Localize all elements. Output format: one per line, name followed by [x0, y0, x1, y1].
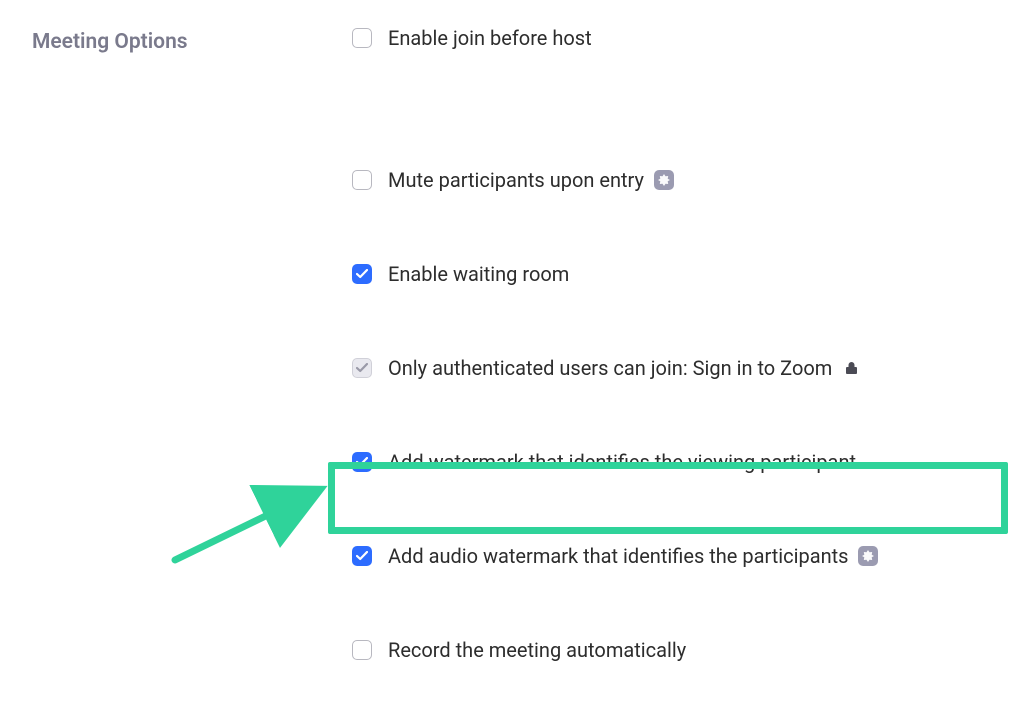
info-badge-icon[interactable] [858, 546, 878, 566]
option-label: Mute participants upon entry [388, 168, 644, 192]
option-label: Enable join before host [388, 26, 592, 50]
option-video-watermark[interactable]: Add watermark that identifies the viewin… [352, 450, 992, 474]
option-join-before-host[interactable]: Enable join before host [352, 26, 992, 50]
option-audio-watermark[interactable]: Add audio watermark that identifies the … [352, 544, 992, 568]
option-label: Add audio watermark that identifies the … [388, 544, 848, 568]
checkbox-checked-icon[interactable] [352, 452, 372, 472]
option-waiting-room[interactable]: Enable waiting room [352, 262, 992, 286]
checkbox-unchecked-icon[interactable] [352, 28, 372, 48]
info-badge-icon[interactable] [654, 170, 674, 190]
option-label: Enable waiting room [388, 262, 569, 286]
lock-icon [846, 361, 857, 375]
checkbox-unchecked-icon[interactable] [352, 640, 372, 660]
option-label: Only authenticated users can join: Sign … [388, 356, 832, 380]
checkbox-checked-icon[interactable] [352, 264, 372, 284]
checkbox-locked-icon [352, 358, 372, 378]
meeting-options-list: Enable join before host Mute participant… [352, 26, 992, 713]
option-authenticated-only: Only authenticated users can join: Sign … [352, 356, 992, 380]
checkbox-checked-icon[interactable] [352, 546, 372, 566]
option-auto-record[interactable]: Record the meeting automatically [352, 638, 992, 662]
option-label: Add watermark that identifies the viewin… [388, 450, 856, 474]
option-label: Record the meeting automatically [388, 638, 686, 662]
option-mute-on-entry[interactable]: Mute participants upon entry [352, 168, 992, 192]
checkbox-unchecked-icon[interactable] [352, 170, 372, 190]
section-title: Meeting Options [32, 26, 352, 713]
